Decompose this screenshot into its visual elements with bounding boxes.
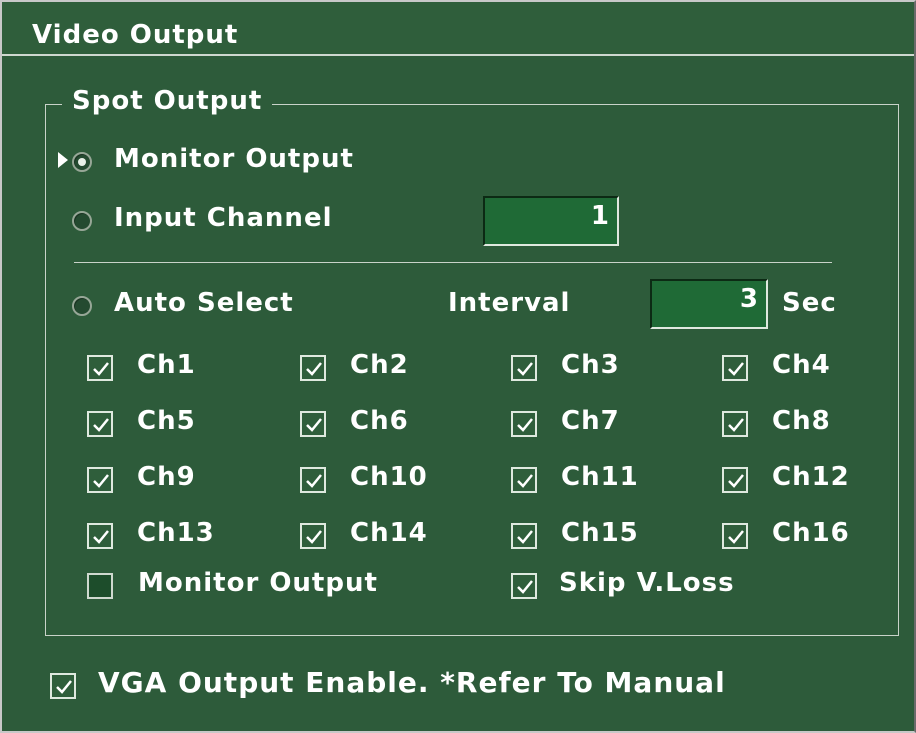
check-icon — [517, 580, 533, 594]
check-icon — [517, 530, 533, 544]
monitor-output-radio[interactable] — [72, 152, 92, 172]
interval-field[interactable]: 3 — [650, 279, 768, 329]
check-icon — [56, 680, 72, 694]
monitor-output-radio-label[interactable]: Monitor Output — [114, 144, 354, 174]
check-icon — [728, 418, 744, 432]
channel-label[interactable]: Ch9 — [137, 462, 196, 492]
channel-checkbox[interactable] — [722, 523, 748, 549]
channel-label[interactable]: Ch16 — [772, 518, 850, 548]
check-icon — [306, 530, 322, 544]
channel-checkbox[interactable] — [722, 355, 748, 381]
channel-checkbox[interactable] — [87, 467, 113, 493]
vga-output-label[interactable]: VGA Output Enable. *Refer To Manual — [98, 666, 726, 699]
check-icon — [517, 474, 533, 488]
channel-checkbox[interactable] — [511, 411, 537, 437]
channel-checkbox[interactable] — [300, 411, 326, 437]
title-bar: Video Output — [2, 2, 914, 56]
channel-label[interactable]: Ch4 — [772, 350, 831, 380]
channel-label[interactable]: Ch8 — [772, 406, 831, 436]
input-channel-label[interactable]: Input Channel — [114, 203, 333, 233]
vga-output-checkbox[interactable] — [50, 673, 76, 699]
channel-checkbox[interactable] — [87, 523, 113, 549]
channel-label[interactable]: Ch13 — [137, 518, 215, 548]
channel-checkbox[interactable] — [511, 355, 537, 381]
check-icon — [93, 418, 109, 432]
channel-label[interactable]: Ch3 — [561, 350, 620, 380]
monitor-output-checkbox-label[interactable]: Monitor Output — [138, 568, 378, 598]
dialog-title: Video Output — [32, 20, 239, 50]
interval-label: Interval — [448, 288, 571, 318]
check-icon — [728, 474, 744, 488]
channel-checkbox[interactable] — [722, 411, 748, 437]
auto-select-radio[interactable] — [72, 296, 92, 316]
channel-checkbox[interactable] — [87, 411, 113, 437]
skip-vloss-checkbox[interactable] — [511, 573, 537, 599]
channel-label[interactable]: Ch12 — [772, 462, 850, 492]
spot-output-legend: Spot Output — [62, 86, 273, 116]
channel-checkbox[interactable] — [300, 467, 326, 493]
channel-checkbox[interactable] — [300, 523, 326, 549]
check-icon — [306, 474, 322, 488]
check-icon — [517, 418, 533, 432]
channel-label[interactable]: Ch11 — [561, 462, 639, 492]
input-channel-field[interactable]: 1 — [483, 196, 619, 246]
check-icon — [306, 418, 322, 432]
channel-label[interactable]: Ch2 — [350, 350, 409, 380]
channel-label[interactable]: Ch14 — [350, 518, 428, 548]
channel-label[interactable]: Ch7 — [561, 406, 620, 436]
skip-vloss-label[interactable]: Skip V.Loss — [559, 568, 735, 598]
input-channel-radio[interactable] — [72, 211, 92, 231]
divider — [74, 262, 832, 263]
check-icon — [728, 362, 744, 376]
channel-checkbox[interactable] — [722, 467, 748, 493]
channel-label[interactable]: Ch5 — [137, 406, 196, 436]
check-icon — [306, 362, 322, 376]
check-icon — [517, 362, 533, 376]
check-icon — [93, 474, 109, 488]
interval-unit: Sec — [782, 288, 837, 318]
channel-label[interactable]: Ch15 — [561, 518, 639, 548]
channel-checkbox[interactable] — [300, 355, 326, 381]
check-icon — [728, 530, 744, 544]
monitor-output-checkbox[interactable] — [87, 573, 113, 599]
check-icon — [93, 362, 109, 376]
channel-label[interactable]: Ch10 — [350, 462, 428, 492]
channel-checkbox[interactable] — [511, 467, 537, 493]
channel-label[interactable]: Ch6 — [350, 406, 409, 436]
video-output-dialog: Video Output Spot Output Monitor Output … — [0, 0, 916, 733]
focus-arrow-icon — [58, 152, 68, 168]
check-icon — [93, 530, 109, 544]
channel-checkbox[interactable] — [87, 355, 113, 381]
auto-select-label[interactable]: Auto Select — [114, 288, 294, 318]
channel-checkbox[interactable] — [511, 523, 537, 549]
channel-label[interactable]: Ch1 — [137, 350, 196, 380]
